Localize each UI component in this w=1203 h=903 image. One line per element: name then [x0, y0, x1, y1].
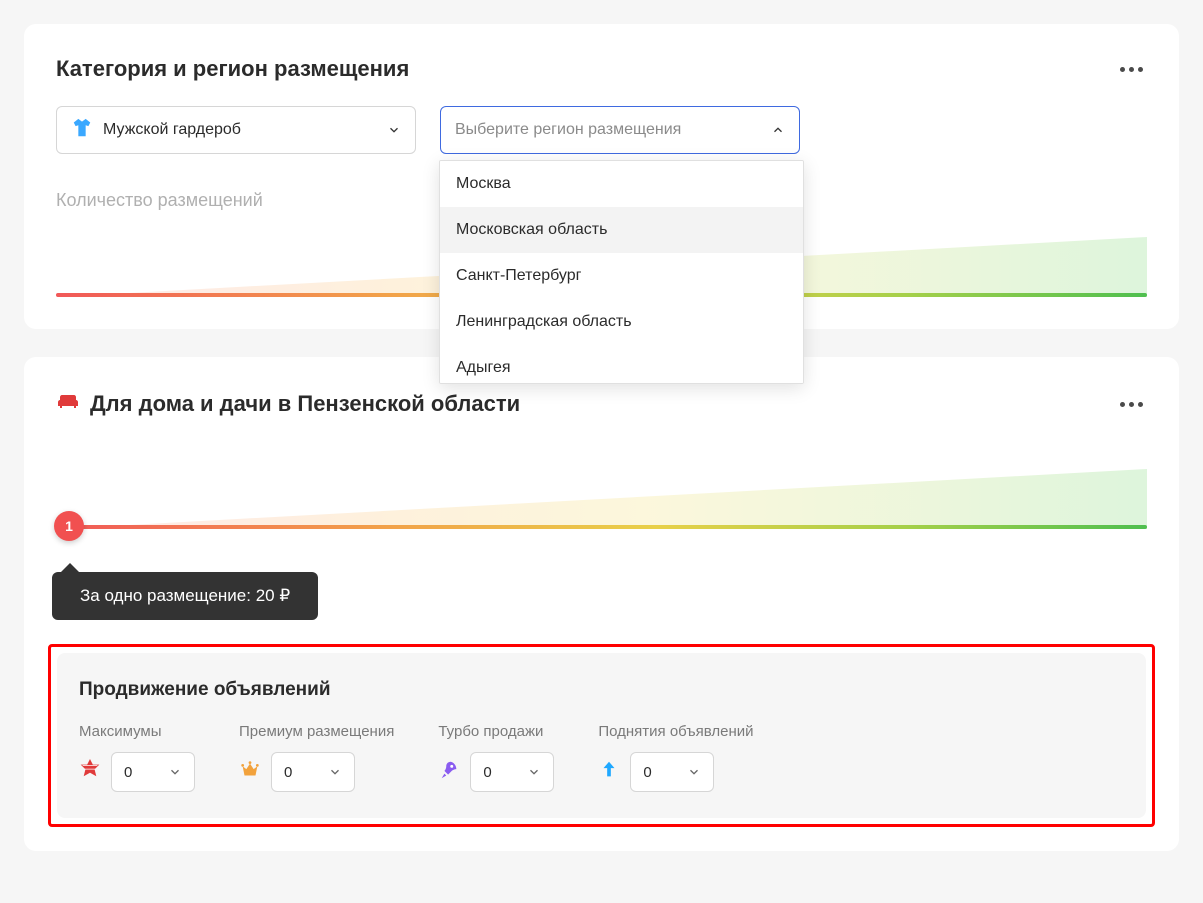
promotion-row: Максимумы0Премиум размещения0Турбо прода… — [79, 723, 1124, 792]
promotion-title: Продвижение объявлений — [79, 679, 1124, 701]
chevron-up-icon — [771, 123, 785, 137]
card-header: Категория и регион размещения — [56, 56, 1147, 82]
promo-label: Максимумы — [79, 723, 195, 740]
region-option[interactable]: Санкт-Петербург — [440, 253, 803, 299]
promo-control: 0 — [79, 752, 195, 792]
placements-slider[interactable]: 1 — [56, 469, 1147, 529]
promo-select-value: 0 — [284, 764, 292, 781]
promotion-box: Продвижение объявлений Максимумы0Премиум… — [57, 653, 1146, 818]
chevron-down-icon — [387, 123, 401, 137]
region-option[interactable]: Московская область — [440, 207, 803, 253]
card-title: Для дома и дачи в Пензенской области — [56, 389, 520, 419]
promo-select-raise[interactable]: 0 — [630, 752, 714, 792]
premium-icon — [239, 759, 261, 786]
listing-title-text: Для дома и дачи в Пензенской области — [90, 391, 520, 417]
price-tooltip-text: За одно размещение: 20 ₽ — [52, 572, 318, 620]
turbo-icon — [438, 759, 460, 786]
region-select-placeholder: Выберите регион размещения — [455, 121, 681, 139]
promo-select-turbo[interactable]: 0 — [470, 752, 554, 792]
category-select[interactable]: Мужской гардероб — [56, 106, 416, 154]
listing-card: Для дома и дачи в Пензенской области 1 З… — [24, 357, 1179, 851]
promo-select-max[interactable]: 0 — [111, 752, 195, 792]
region-option[interactable]: Москва — [440, 161, 803, 207]
promo-select-value: 0 — [483, 764, 491, 781]
category-select-value: Мужской гардероб — [103, 121, 241, 139]
category-region-card: Категория и регион размещения Мужской га… — [24, 24, 1179, 329]
promo-control: 0 — [598, 752, 753, 792]
promo-control: 0 — [239, 752, 394, 792]
promo-item-premium: Премиум размещения 0 — [239, 723, 394, 792]
chevron-down-icon — [328, 765, 342, 779]
region-select[interactable]: Выберите регион размещения МоскваМосковс… — [440, 106, 800, 154]
promo-label: Премиум размещения — [239, 723, 394, 740]
promo-select-premium[interactable]: 0 — [271, 752, 355, 792]
chevron-down-icon — [687, 765, 701, 779]
raise-icon — [598, 759, 620, 786]
promo-select-value: 0 — [643, 764, 651, 781]
region-option[interactable]: Ленинградская область — [440, 299, 803, 345]
shirt-icon — [71, 117, 93, 144]
chevron-down-icon — [168, 765, 182, 779]
chevron-down-icon — [527, 765, 541, 779]
selectors-row: Мужской гардероб Выберите регион размеще… — [56, 106, 1147, 154]
promo-item-raise: Поднятия объявлений 0 — [598, 723, 753, 792]
promo-item-max: Максимумы 0 — [79, 723, 195, 792]
more-options-button[interactable] — [1116, 63, 1147, 76]
region-dropdown-panel[interactable]: МоскваМосковская областьСанкт-ПетербургЛ… — [439, 160, 804, 384]
promo-control: 0 — [438, 752, 554, 792]
more-options-button[interactable] — [1116, 398, 1147, 411]
slider-handle[interactable]: 1 — [54, 511, 84, 541]
promo-select-value: 0 — [124, 764, 132, 781]
max-icon — [79, 759, 101, 786]
card-header: Для дома и дачи в Пензенской области — [56, 389, 1147, 419]
price-tooltip: За одно размещение: 20 ₽ — [52, 563, 1147, 620]
promo-label: Турбо продажи — [438, 723, 554, 740]
card-title: Категория и регион размещения — [56, 56, 409, 82]
region-option[interactable]: Адыгея — [440, 345, 803, 384]
sofa-icon — [56, 389, 80, 419]
promo-item-turbo: Турбо продажи 0 — [438, 723, 554, 792]
promo-label: Поднятия объявлений — [598, 723, 753, 740]
promotion-highlight-frame: Продвижение объявлений Максимумы0Премиум… — [48, 644, 1155, 827]
